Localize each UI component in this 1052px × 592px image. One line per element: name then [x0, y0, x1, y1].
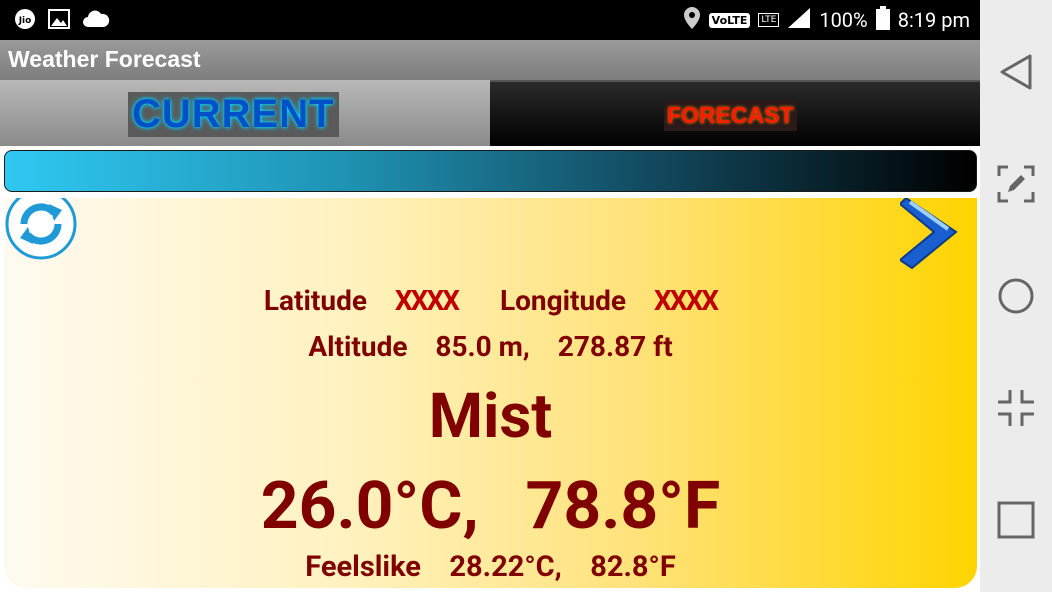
feelslike-celsius: 28.22°C,	[449, 550, 562, 584]
status-bar: Jio VoLTE LTE 100% 8:19 pm	[0, 0, 980, 40]
image-icon	[48, 9, 70, 33]
temperature-row: 26.0°C, 78.8°F	[4, 468, 977, 545]
altitude-meters: 85.0 m,	[435, 330, 530, 363]
screenshot-edit-button[interactable]	[996, 164, 1036, 204]
recents-icon	[997, 501, 1035, 539]
home-button[interactable]	[996, 276, 1036, 316]
svg-text:Jio: Jio	[18, 16, 32, 26]
back-icon	[1000, 54, 1032, 90]
temperature-celsius: 26.0°C,	[260, 468, 479, 545]
tab-current[interactable]: CURRENT	[0, 80, 490, 146]
refresh-icon	[5, 198, 77, 260]
tab-forecast[interactable]: FORECAST	[490, 80, 980, 146]
longitude-label: Longitude	[499, 284, 627, 317]
tab-current-label: CURRENT	[128, 92, 339, 137]
altitude-label: Altitude	[308, 330, 408, 363]
current-weather-card: Latitude XXXX Longitude XXXX Altitude 85…	[4, 198, 977, 588]
location-pin-icon	[683, 6, 701, 35]
cloud-icon	[82, 9, 110, 33]
clock: 8:19 pm	[897, 8, 970, 32]
battery-percent: 100%	[819, 8, 868, 32]
altitude-row: Altitude 85.0 m, 278.87 ft	[4, 330, 977, 363]
navigation-bar	[980, 0, 1052, 592]
header-strip	[4, 150, 977, 192]
chevron-right-icon	[898, 198, 958, 270]
altitude-feet: 278.87 ft	[557, 330, 673, 363]
weather-condition: Mist	[428, 380, 553, 453]
coordinates-row: Latitude XXXX Longitude XXXX	[4, 284, 977, 317]
latitude-value: XXXX	[394, 284, 460, 317]
feelslike-fahrenheit: 82.8°F	[590, 550, 676, 584]
latitude-label: Latitude	[263, 284, 367, 317]
minimize-icon	[998, 390, 1034, 426]
back-button[interactable]	[996, 52, 1036, 92]
signal-icon	[787, 7, 811, 34]
longitude-value: XXXX	[653, 284, 719, 317]
volte-indicator: VoLTE	[708, 12, 751, 28]
home-icon	[998, 278, 1034, 314]
app-title: Weather Forecast	[8, 46, 201, 72]
recents-button[interactable]	[996, 500, 1036, 540]
lte-indicator: LTE	[758, 13, 780, 27]
app-screen: Jio VoLTE LTE 100% 8:19 pm Weather Forec…	[0, 0, 980, 592]
temperature-fahrenheit: 78.8°F	[525, 468, 721, 545]
tab-forecast-label: FORECAST	[664, 100, 797, 131]
feelslike-row: Feelslike 28.22°C, 82.8°F	[4, 550, 977, 584]
tab-bar: CURRENT FORECAST	[0, 80, 980, 146]
battery-icon	[875, 5, 890, 35]
jio-icon: Jio	[14, 8, 36, 34]
app-title-bar: Weather Forecast	[0, 40, 980, 80]
feelslike-label: Feelslike	[305, 550, 421, 584]
screenshot-edit-icon	[997, 165, 1035, 203]
refresh-button[interactable]	[4, 198, 80, 260]
minimize-button[interactable]	[996, 388, 1036, 428]
next-arrow-button[interactable]	[898, 198, 962, 272]
